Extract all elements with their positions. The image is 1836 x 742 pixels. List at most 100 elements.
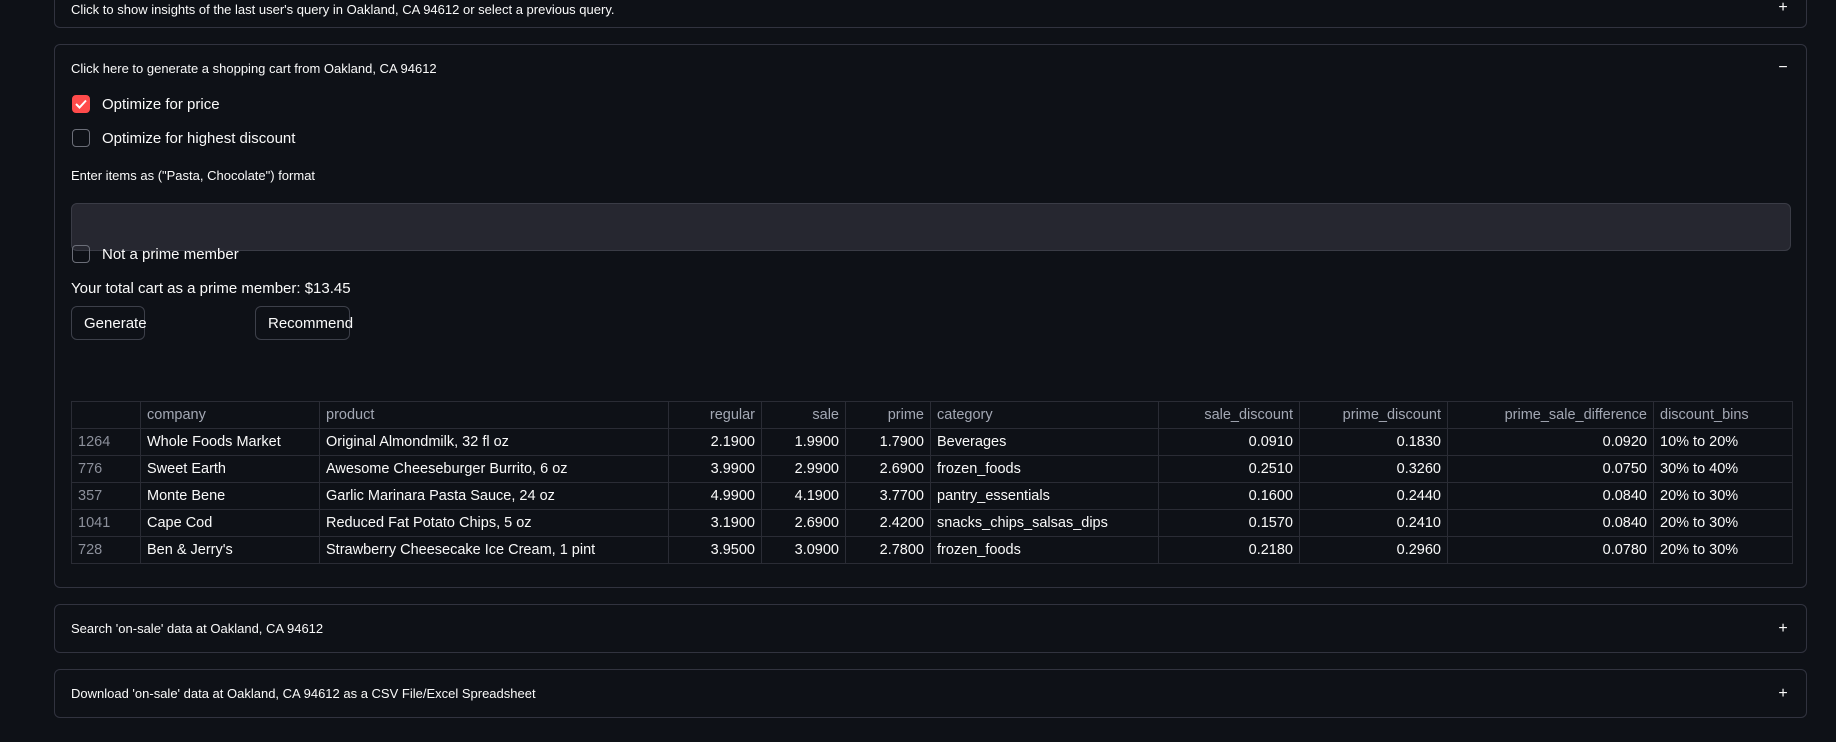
search-expander[interactable]: Search 'on-sale' data at Oakland, CA 946… (54, 604, 1807, 653)
table-cell: 0.0840 (1447, 509, 1654, 537)
collapse-icon[interactable]: − (1776, 59, 1790, 77)
cart-total-text: Your total cart as a prime member: $13.4… (71, 280, 351, 297)
table-cell: 10% to 20% (1653, 428, 1793, 456)
table-cell: 3.0900 (761, 536, 846, 564)
table-cell: 0.2510 (1158, 455, 1300, 483)
table-cell: Garlic Marinara Pasta Sauce, 24 oz (319, 482, 669, 510)
table-cell: 728 (71, 536, 141, 564)
checkbox-checked-icon[interactable] (72, 95, 90, 113)
table-cell: 0.0910 (1158, 428, 1300, 456)
table-cell: 2.6900 (845, 455, 931, 483)
table-cell: 0.0780 (1447, 536, 1654, 564)
table-cell: 1041 (71, 509, 141, 537)
column-header[interactable] (71, 401, 141, 429)
table-cell: 0.0920 (1447, 428, 1654, 456)
table-cell: Awesome Cheeseburger Burrito, 6 oz (319, 455, 669, 483)
table-row: 357 Monte Bene Garlic Marinara Pasta Sau… (71, 482, 1793, 510)
table-cell: 0.2180 (1158, 536, 1300, 564)
optimize-price-checkbox[interactable]: Optimize for price (72, 95, 220, 113)
expand-icon[interactable]: + (1776, 685, 1790, 703)
table-cell: pantry_essentials (930, 482, 1159, 510)
table-cell: Cape Cod (140, 509, 320, 537)
table-row: 1264 Whole Foods Market Original Almondm… (71, 428, 1793, 456)
table-cell: 4.1900 (761, 482, 846, 510)
table-cell: 3.1900 (668, 509, 762, 537)
column-header[interactable]: sale (761, 401, 846, 429)
table-cell: Whole Foods Market (140, 428, 320, 456)
table-cell: 1264 (71, 428, 141, 456)
table-cell: 357 (71, 482, 141, 510)
cart-expander: Click here to generate a shopping cart f… (54, 44, 1807, 588)
download-expander-label: Download 'on-sale' data at Oakland, CA 9… (71, 686, 536, 701)
table-cell: 2.7800 (845, 536, 931, 564)
table-cell: 0.2960 (1299, 536, 1448, 564)
search-expander-label: Search 'on-sale' data at Oakland, CA 946… (71, 621, 324, 636)
table-cell: 0.1600 (1158, 482, 1300, 510)
column-header[interactable]: prime (845, 401, 931, 429)
items-input[interactable] (71, 203, 1791, 251)
table-cell: 1.9900 (761, 428, 846, 456)
checkbox-unchecked-icon[interactable] (72, 245, 90, 263)
optimize-discount-checkbox[interactable]: Optimize for highest discount (72, 129, 295, 147)
table-cell: 0.1570 (1158, 509, 1300, 537)
insights-expander-header[interactable]: Click to show insights of the last user'… (55, 0, 1806, 29)
cart-table: company product regular sale prime categ… (71, 401, 1793, 564)
column-header[interactable]: product (319, 401, 669, 429)
table-cell: 3.9900 (668, 455, 762, 483)
table-cell: Monte Bene (140, 482, 320, 510)
table-row: 728 Ben & Jerry's Strawberry Cheesecake … (71, 536, 1793, 564)
expand-icon[interactable]: + (1776, 0, 1790, 17)
column-header[interactable]: prime_sale_difference (1447, 401, 1654, 429)
column-header[interactable]: regular (668, 401, 762, 429)
table-cell: 20% to 30% (1653, 509, 1793, 537)
column-header[interactable]: discount_bins (1653, 401, 1793, 429)
table-cell: 3.7700 (845, 482, 931, 510)
insights-expander[interactable]: Click to show insights of the last user'… (54, 0, 1807, 28)
search-expander-header[interactable]: Search 'on-sale' data at Oakland, CA 946… (55, 605, 1806, 652)
table-cell: frozen_foods (930, 455, 1159, 483)
table-cell: 2.4200 (845, 509, 931, 537)
cart-expander-label: Click here to generate a shopping cart f… (71, 60, 437, 76)
not-prime-checkbox[interactable]: Not a prime member (72, 245, 239, 263)
items-input-label: Enter items as ("Pasta, Chocolate") form… (71, 168, 316, 183)
table-cell: 4.9900 (668, 482, 762, 510)
checkbox-unchecked-icon[interactable] (72, 129, 90, 147)
cart-expander-header[interactable]: Click here to generate a shopping cart f… (55, 45, 1806, 91)
expand-icon[interactable]: + (1776, 620, 1790, 638)
download-expander-header[interactable]: Download 'on-sale' data at Oakland, CA 9… (55, 670, 1806, 717)
not-prime-label: Not a prime member (102, 245, 239, 263)
table-cell: Sweet Earth (140, 455, 320, 483)
table-cell: Reduced Fat Potato Chips, 5 oz (319, 509, 669, 537)
optimize-discount-label: Optimize for highest discount (102, 129, 296, 147)
table-cell: 0.3260 (1299, 455, 1448, 483)
table-cell: Beverages (930, 428, 1159, 456)
table-cell: Original Almondmilk, 32 fl oz (319, 428, 669, 456)
table-cell: 0.0750 (1447, 455, 1654, 483)
table-cell: Strawberry Cheesecake Ice Cream, 1 pint (319, 536, 669, 564)
download-expander[interactable]: Download 'on-sale' data at Oakland, CA 9… (54, 669, 1807, 718)
table-row: 776 Sweet Earth Awesome Cheeseburger Bur… (71, 455, 1793, 483)
insights-expander-label: Click to show insights of the last user'… (71, 2, 615, 17)
column-header[interactable]: company (140, 401, 320, 429)
table-cell: 2.6900 (761, 509, 846, 537)
table-cell: 1.7900 (845, 428, 931, 456)
table-cell: 0.2410 (1299, 509, 1448, 537)
table-cell: 0.0840 (1447, 482, 1654, 510)
table-cell: 776 (71, 455, 141, 483)
table-cell: 2.1900 (668, 428, 762, 456)
column-header[interactable]: prime_discount (1299, 401, 1448, 429)
table-cell: frozen_foods (930, 536, 1159, 564)
generate-button[interactable]: Generate (71, 306, 147, 340)
column-header[interactable]: category (930, 401, 1159, 429)
table-cell: 20% to 30% (1653, 536, 1793, 564)
column-header[interactable]: sale_discount (1158, 401, 1300, 429)
table-cell: 30% to 40% (1653, 455, 1793, 483)
table-cell: Ben & Jerry's (140, 536, 320, 564)
table-cell: 0.1830 (1299, 428, 1448, 456)
table-cell: snacks_chips_salsas_dips (930, 509, 1159, 537)
recommend-button[interactable]: Recommend (255, 306, 353, 340)
table-cell: 3.9500 (668, 536, 762, 564)
table-cell: 20% to 30% (1653, 482, 1793, 510)
table-cell: 2.9900 (761, 455, 846, 483)
optimize-price-label: Optimize for price (102, 95, 220, 113)
